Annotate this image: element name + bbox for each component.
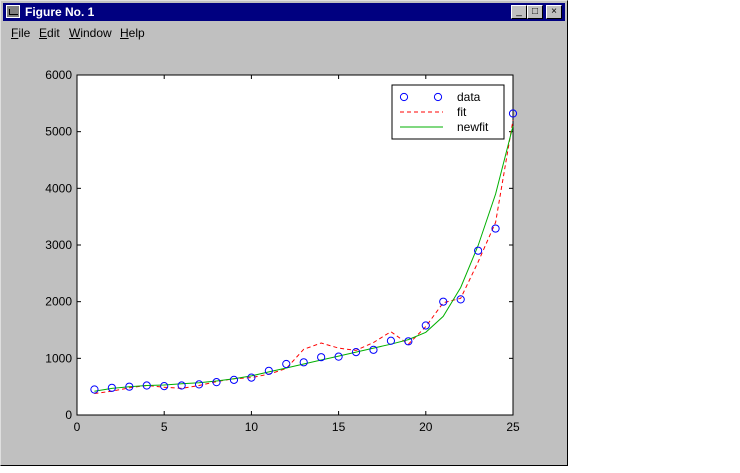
figure-app-icon[interactable] [6, 5, 20, 18]
minimize-button[interactable]: _ [511, 5, 527, 19]
legend-label: fit [457, 105, 467, 119]
menu-bar: File Edit Window Help [3, 23, 565, 41]
title-bar[interactable]: Figure No. 1 _ □ × [3, 3, 565, 21]
x-tick-label: 25 [506, 420, 520, 434]
x-tick-label: 0 [74, 420, 81, 434]
y-tick-label: 0 [65, 408, 72, 422]
legend-label: data [457, 90, 481, 104]
menu-window[interactable]: Window [69, 26, 112, 40]
menu-file[interactable]: File [11, 26, 30, 40]
y-tick-label: 1000 [45, 351, 72, 365]
y-tick-label: 3000 [45, 238, 72, 252]
window-title: Figure No. 1 [25, 5, 95, 19]
x-tick-label: 5 [161, 420, 168, 434]
y-tick-label: 2000 [45, 295, 72, 309]
plot-area: 0 5 10 15 20 25 0 1000 2000 3000 4000 5000 6000 data… [45, 68, 520, 434]
x-tick-label: 10 [245, 420, 259, 434]
figure-window: Figure No. 1 _ □ × File Edit Window Help… [0, 0, 568, 466]
maximize-button[interactable]: □ [527, 5, 543, 19]
y-tick-label: 4000 [45, 181, 72, 195]
menu-help[interactable]: Help [120, 26, 145, 40]
x-tick-label: 15 [332, 420, 346, 434]
legend: datafitnewfit [391, 84, 505, 140]
close-button[interactable]: × [546, 5, 562, 19]
y-tick-label: 5000 [45, 125, 72, 139]
y-tick-label: 6000 [45, 68, 72, 82]
menu-edit[interactable]: Edit [39, 26, 60, 40]
legend-label: newfit [457, 120, 489, 134]
x-tick-label: 20 [419, 420, 433, 434]
